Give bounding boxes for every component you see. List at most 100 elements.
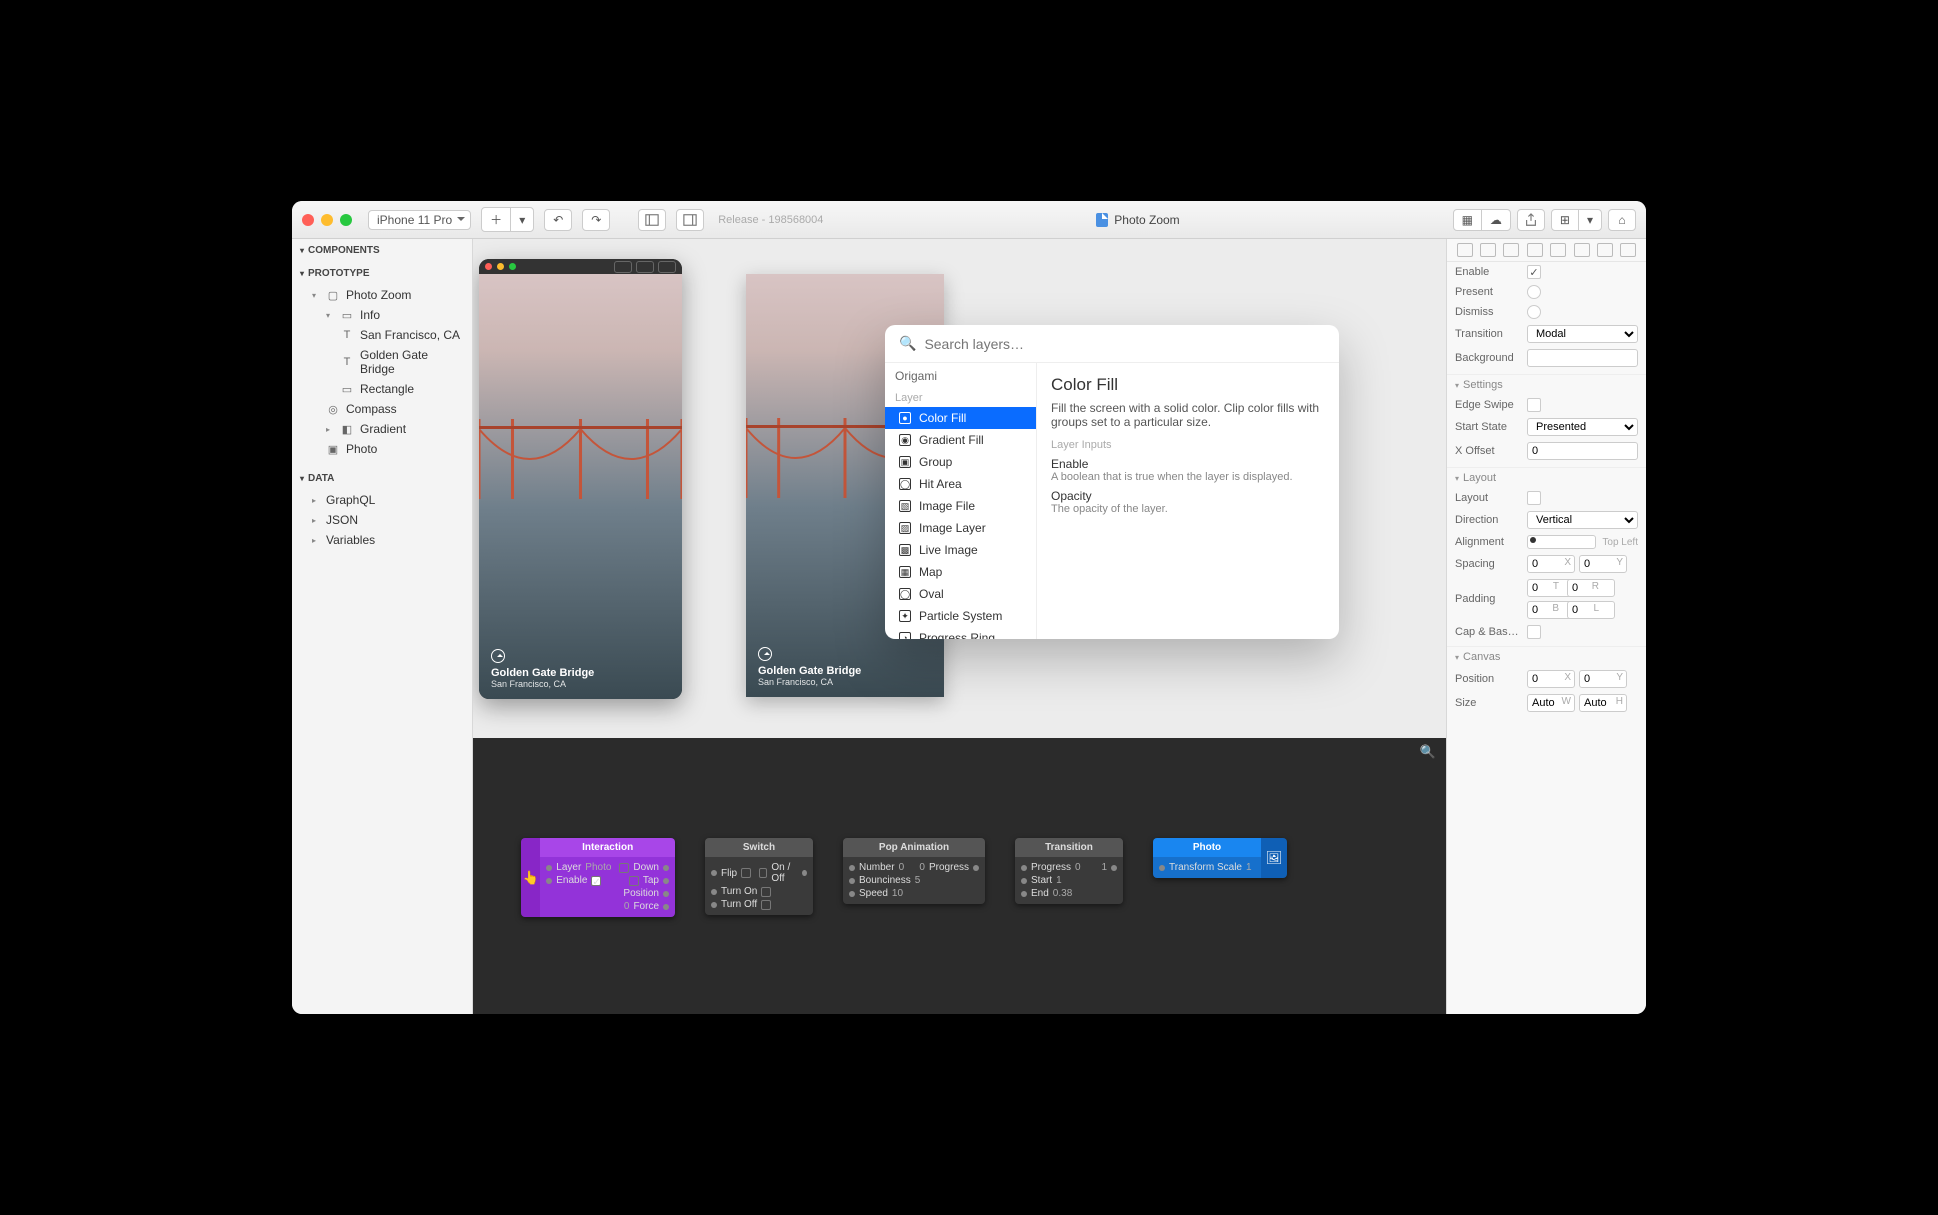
search-icon: 🔍 [899, 335, 916, 352]
layout-segment[interactable]: ⊞ ▾ [1551, 209, 1602, 231]
preview-device[interactable]: Golden Gate Bridge San Francisco, CA [479, 259, 682, 699]
layer-item-map[interactable]: ▦Map [885, 561, 1036, 583]
align-right-icon[interactable] [1503, 243, 1519, 257]
layer-item-oval[interactable]: ◯Oval [885, 583, 1036, 605]
layer-ggb[interactable]: TGolden Gate Bridge [292, 345, 472, 379]
data-graphql[interactable]: ▸GraphQL [292, 490, 472, 510]
patch-photo[interactable]: Photo Transform Scale1 🖼 [1153, 838, 1287, 878]
patch-transition[interactable]: Transition Progress01 Start1 End0.38 [1015, 838, 1123, 904]
settings-section[interactable]: Settings [1447, 374, 1646, 395]
layer-compass[interactable]: ◎Compass [292, 399, 472, 419]
layer-search-input[interactable]: 🔍 [885, 325, 1339, 363]
add-segment[interactable]: ＋ ▾ [481, 207, 534, 232]
layer-item-image-file[interactable]: ▧Image File [885, 495, 1036, 517]
layer-type-icon: ▧ [899, 500, 911, 512]
enable-checkbox[interactable]: ✓ [1527, 265, 1541, 279]
layer-info[interactable]: ▾▭Info [292, 305, 472, 325]
device-picker[interactable]: iPhone 11 Pro [368, 210, 471, 230]
text-icon: T [340, 355, 354, 369]
components-header[interactable]: COMPONENTS [292, 239, 472, 262]
edge-swipe-checkbox[interactable] [1527, 398, 1541, 412]
start-state-select[interactable]: Presented [1527, 418, 1638, 436]
layer-rectangle[interactable]: ▭Rectangle [292, 379, 472, 399]
zoom-window[interactable] [340, 214, 352, 226]
data-variables[interactable]: ▸Variables [292, 530, 472, 550]
zoom-icon[interactable]: 🔍 [1420, 744, 1436, 760]
patch-pop-animation[interactable]: Pop Animation Number00Progress Bouncines… [843, 838, 985, 904]
add-dropdown[interactable]: ▾ [511, 208, 533, 231]
panel-right-toggle[interactable] [676, 209, 704, 231]
image-icon: ▣ [326, 442, 340, 456]
view-cloud-icon[interactable]: ☁ [1482, 210, 1510, 230]
background-color[interactable] [1527, 349, 1638, 367]
pad-l[interactable] [1567, 601, 1615, 619]
canvas-section[interactable]: Canvas [1447, 646, 1646, 667]
alignment-tools[interactable] [1447, 239, 1646, 262]
cap-checkbox[interactable] [1527, 625, 1541, 639]
artboard-icon: ▢ [326, 288, 340, 302]
dismiss-port[interactable] [1527, 305, 1541, 319]
layer-item-color-fill[interactable]: ●Color Fill [885, 407, 1036, 429]
layer-item-group[interactable]: ▣Group [885, 451, 1036, 473]
data-header[interactable]: DATA [292, 467, 472, 490]
layer-item-gradient-fill[interactable]: ◉Gradient Fill [885, 429, 1036, 451]
layer-search-popover: 🔍 Origami Layer ●Color Fill◉Gradient Fil… [885, 325, 1339, 639]
layer-type-icon: ◔ [899, 632, 911, 639]
layer-type-icon: ◯ [899, 478, 911, 490]
align-center-v-icon[interactable] [1550, 243, 1566, 257]
home-button[interactable]: ⌂ [1608, 209, 1636, 231]
compass-icon [491, 649, 505, 663]
share-button[interactable] [1517, 209, 1545, 231]
layer-type-icon: ▨ [899, 522, 911, 534]
preview-controls[interactable] [614, 261, 676, 273]
panel-left-toggle[interactable] [638, 209, 666, 231]
align-bottom-icon[interactable] [1574, 243, 1590, 257]
category-origami[interactable]: Origami [885, 363, 1036, 389]
layer-type-icon: ▣ [899, 456, 911, 468]
layer-photozoom[interactable]: ▾▢Photo Zoom [292, 285, 472, 305]
align-center-h-icon[interactable] [1480, 243, 1496, 257]
layer-item-image-layer[interactable]: ▨Image Layer [885, 517, 1036, 539]
layer-sf[interactable]: TSan Francisco, CA [292, 325, 472, 345]
transition-select[interactable]: Modal [1527, 325, 1638, 343]
redo-button[interactable]: ↷ [582, 209, 610, 231]
layer-photo[interactable]: ▣Photo [292, 439, 472, 459]
patch-switch[interactable]: Switch FlipOn / Off Turn On Turn Off [705, 838, 813, 915]
distribute-h-icon[interactable] [1597, 243, 1613, 257]
layer-gradient[interactable]: ▸◧Gradient [292, 419, 472, 439]
patch-editor[interactable]: 🔍 👆 Interaction LayerPhotoDown Enable✓Ta… [473, 738, 1446, 1014]
refresh-icon[interactable] [614, 261, 632, 273]
layout-checkbox[interactable] [1527, 491, 1541, 505]
add-button[interactable]: ＋ [482, 208, 511, 231]
close-window[interactable] [302, 214, 314, 226]
xoffset-field[interactable] [1527, 442, 1638, 460]
view-mode-segment[interactable]: ▦ ☁ [1453, 209, 1511, 231]
detail-description: Fill the screen with a solid color. Clip… [1051, 401, 1325, 429]
layout-icon[interactable]: ⊞ [1552, 210, 1579, 230]
layout-dropdown[interactable]: ▾ [1579, 210, 1601, 230]
gear-icon[interactable] [658, 261, 676, 273]
rectangle-icon: ▭ [340, 382, 354, 396]
record-icon[interactable] [636, 261, 654, 273]
layer-item-particle-system[interactable]: ✦Particle System [885, 605, 1036, 627]
canvas[interactable]: Golden Gate Bridge San Francisco, CA Pho… [473, 239, 1446, 1014]
layer-item-progress-ring[interactable]: ◔Progress Ring [885, 627, 1036, 639]
layer-item-live-image[interactable]: ▩Live Image [885, 539, 1036, 561]
document-title: Photo Zoom [833, 213, 1442, 227]
layout-section[interactable]: Layout [1447, 467, 1646, 488]
align-top-icon[interactable] [1527, 243, 1543, 257]
patch-interaction[interactable]: 👆 Interaction LayerPhotoDown Enable✓Tap … [521, 838, 675, 917]
minimize-window[interactable] [321, 214, 333, 226]
align-left-icon[interactable] [1457, 243, 1473, 257]
layer-item-hit-area[interactable]: ◯Hit Area [885, 473, 1036, 495]
layer-type-icon: ◉ [899, 434, 911, 446]
detail-inputs-label: Layer Inputs [1051, 439, 1325, 451]
undo-button[interactable]: ↶ [544, 209, 572, 231]
distribute-v-icon[interactable] [1620, 243, 1636, 257]
direction-select[interactable]: Vertical [1527, 511, 1638, 529]
view-grid-icon[interactable]: ▦ [1454, 210, 1482, 230]
traffic-lights [302, 214, 352, 226]
prototype-header[interactable]: PROTOTYPE [292, 262, 472, 285]
data-json[interactable]: ▸JSON [292, 510, 472, 530]
present-port[interactable] [1527, 285, 1541, 299]
